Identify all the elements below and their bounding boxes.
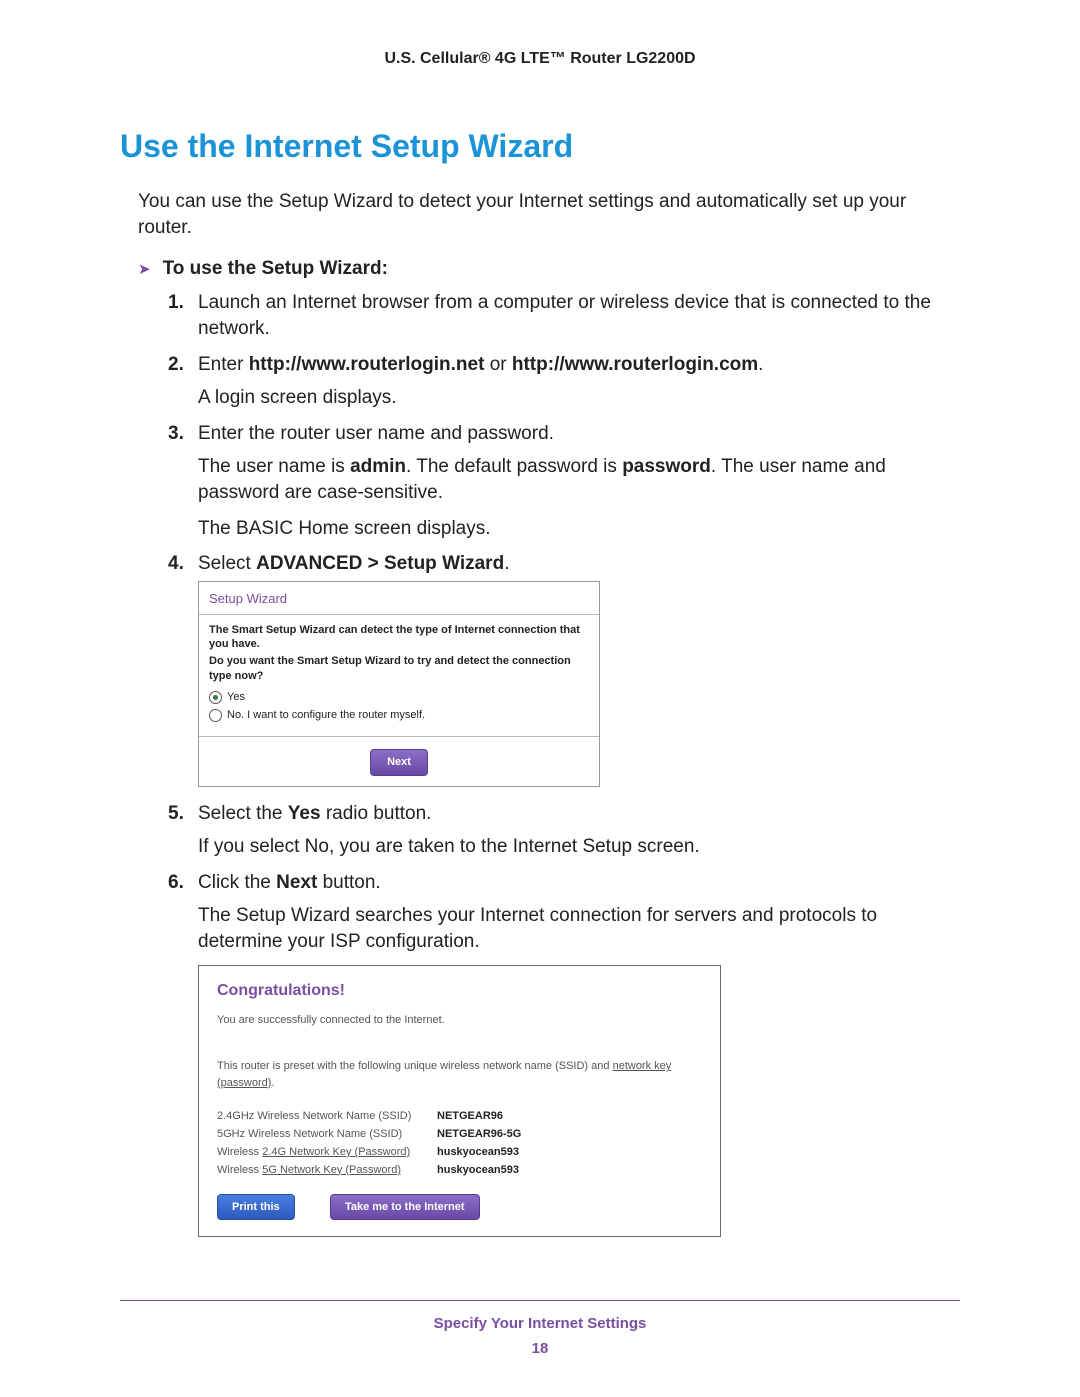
key-5g-link[interactable]: 5G Network Key (Password) [262, 1164, 401, 1176]
chapter-title: Specify Your Internet Settings [120, 1315, 960, 1332]
chevron-right-icon: ➤ [138, 260, 151, 278]
print-button[interactable]: Print this [217, 1194, 295, 1221]
task-heading: ➤ To use the Setup Wizard: [138, 258, 960, 280]
congrats-preset-text: This router is preset with the following… [217, 1058, 702, 1091]
table-row: 5GHz Wireless Network Name (SSID) NETGEA… [217, 1127, 702, 1142]
step-6-detail: The Setup Wizard searches your Internet … [198, 903, 960, 954]
step-3-text: Enter the router user name and password. [198, 423, 554, 444]
ssid-5g: NETGEAR96-5G [437, 1127, 521, 1142]
radio-yes[interactable]: Yes [209, 690, 589, 705]
step-3-detail-2: The BASIC Home screen displays. [198, 516, 960, 542]
congratulations-screenshot: Congratulations! You are successfully co… [198, 965, 721, 1238]
step-list: Launch an Internet browser from a comput… [168, 290, 960, 1237]
radio-icon [209, 691, 222, 704]
table-row: 2.4GHz Wireless Network Name (SSID) NETG… [217, 1109, 702, 1124]
take-me-to-internet-button[interactable]: Take me to the Internet [330, 1194, 480, 1221]
ssid-24g: NETGEAR96 [437, 1109, 503, 1124]
step-6: Click the Next button. The Setup Wizard … [168, 870, 960, 1238]
congrats-subtitle: You are successfully connected to the In… [217, 1013, 702, 1028]
step-2-text: Enter http://www.routerlogin.net or http… [198, 354, 763, 375]
intro-paragraph: You can use the Setup Wizard to detect y… [138, 189, 960, 240]
wizard-prompt-2: Do you want the Smart Setup Wizard to tr… [209, 654, 589, 684]
document-header: U.S. Cellular® 4G LTE™ Router LG2200D [120, 50, 960, 68]
step-1-text: Launch an Internet browser from a comput… [198, 292, 931, 339]
setup-wizard-screenshot: Setup Wizard The Smart Setup Wizard can … [198, 581, 600, 786]
step-6-text: Click the Next button. [198, 872, 381, 893]
step-5-detail: If you select No, you are taken to the I… [198, 834, 960, 860]
key-5g: huskyocean593 [437, 1163, 519, 1178]
step-3: Enter the router user name and password.… [168, 421, 960, 542]
step-2-detail: A login screen displays. [198, 385, 960, 411]
step-3-detail-1: The user name is admin. The default pass… [198, 454, 960, 505]
step-5-text: Select the Yes radio button. [198, 803, 431, 824]
wizard-title: Setup Wizard [199, 582, 599, 615]
network-info-table: 2.4GHz Wireless Network Name (SSID) NETG… [217, 1109, 702, 1177]
step-1: Launch an Internet browser from a comput… [168, 290, 960, 341]
page-number: 18 [120, 1340, 960, 1357]
table-row: Wireless 2.4G Network Key (Password) hus… [217, 1145, 702, 1160]
wizard-prompt-1: The Smart Setup Wizard can detect the ty… [209, 623, 589, 653]
page-footer: Specify Your Internet Settings 18 [120, 1300, 960, 1357]
section-title: Use the Internet Setup Wizard [120, 128, 960, 165]
key-24g-link[interactable]: 2.4G Network Key (Password) [262, 1146, 410, 1158]
step-5: Select the Yes radio button. If you sele… [168, 801, 960, 860]
radio-no-label: No. I want to configure the router mysel… [227, 708, 425, 723]
congrats-title: Congratulations! [217, 980, 702, 1002]
step-2: Enter http://www.routerlogin.net or http… [168, 352, 960, 411]
task-label: To use the Setup Wizard: [163, 258, 388, 280]
radio-no[interactable]: No. I want to configure the router mysel… [209, 708, 589, 723]
radio-yes-label: Yes [227, 690, 245, 705]
radio-icon [209, 709, 222, 722]
table-row: Wireless 5G Network Key (Password) husky… [217, 1163, 702, 1178]
next-button[interactable]: Next [370, 749, 428, 776]
step-4-text: Select ADVANCED > Setup Wizard. [198, 553, 509, 574]
key-24g: huskyocean593 [437, 1145, 519, 1160]
step-4: Select ADVANCED > Setup Wizard. Setup Wi… [168, 551, 960, 786]
